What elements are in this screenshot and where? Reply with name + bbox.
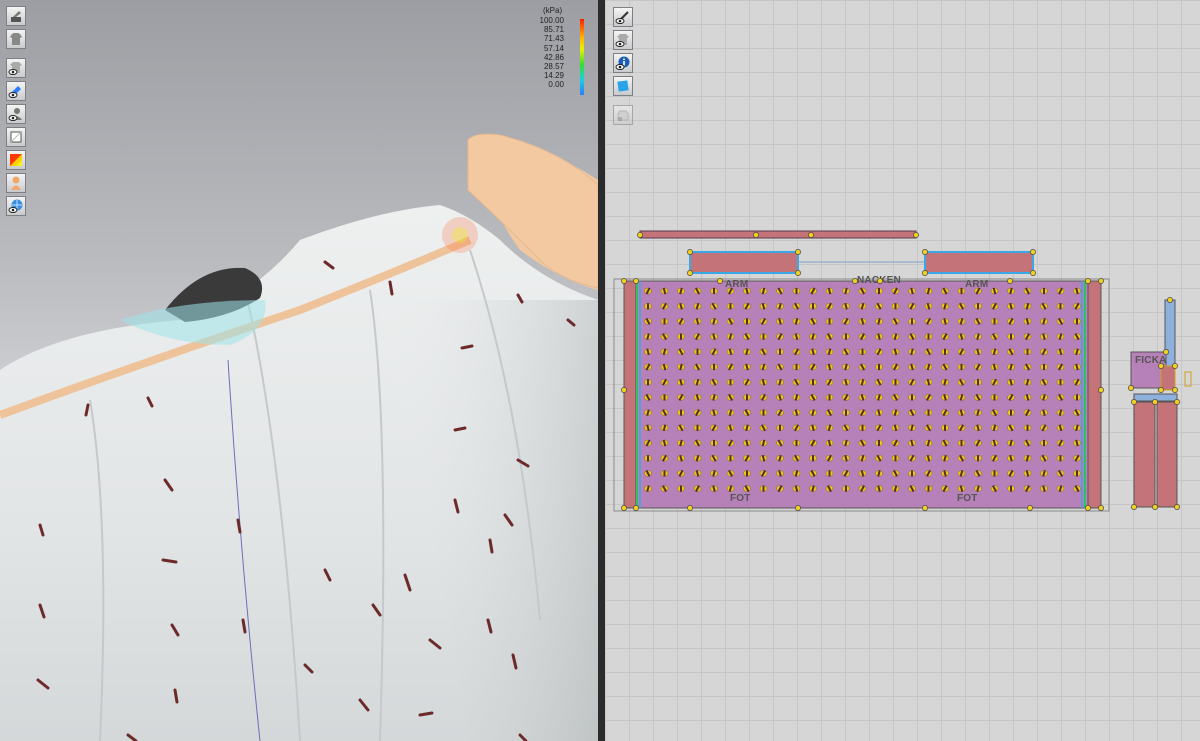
legend-value: 28.57 xyxy=(543,62,564,72)
show-garment-button[interactable] xyxy=(6,58,26,78)
pattern-side-strip-left[interactable] xyxy=(623,280,637,509)
texture-display-icon xyxy=(10,131,22,143)
pattern-strip-bottom-right[interactable] xyxy=(1156,401,1178,508)
legend-values: 100.00 85.71 71.43 57.14 42.86 28.57 14.… xyxy=(536,16,564,90)
legend-unit: (kPa) xyxy=(543,6,563,15)
label-fot-right: FOT xyxy=(957,493,978,504)
legend-value: 100.00 xyxy=(539,16,564,25)
pattern-pocket-flap[interactable] xyxy=(1160,365,1176,391)
pattern-side-strip-right[interactable] xyxy=(1087,280,1102,509)
stress-legend: (kPa) 100.00 85.71 71.43 57.14 42.86 28.… xyxy=(536,6,592,95)
texture-display-button[interactable] xyxy=(6,127,26,147)
pattern-strip-bottom-left[interactable] xyxy=(1133,401,1156,508)
label-arm-left: ARM xyxy=(725,279,748,290)
legend-value: 14.29 xyxy=(543,71,564,81)
legend-value: 71.43 xyxy=(543,34,564,44)
stress-map-icon xyxy=(10,154,22,166)
3d-toolbar xyxy=(6,6,26,216)
show-avatar-button[interactable] xyxy=(6,104,26,124)
garment-display-icon xyxy=(10,33,22,45)
environment-globe-icon xyxy=(8,199,23,213)
legend-gradient-bar xyxy=(580,19,584,95)
legend-value: 57.14 xyxy=(543,43,564,53)
pattern-arm-right[interactable] xyxy=(924,251,1034,274)
show-garment-icon xyxy=(8,62,22,75)
garment-display-button[interactable] xyxy=(6,29,26,49)
legend-value: 42.86 xyxy=(543,52,564,62)
label-fot-left: FOT xyxy=(730,493,751,504)
viewport-splitter[interactable] xyxy=(598,0,605,741)
show-arrangement-icon xyxy=(8,86,21,98)
label-arm-right: ARM xyxy=(965,279,988,290)
avatar-display-icon xyxy=(11,11,21,22)
legend-value: 85.71 xyxy=(543,25,564,35)
avatar-skin-button[interactable] xyxy=(6,173,26,193)
pattern-arm-left[interactable] xyxy=(689,251,799,274)
avatar-display-button[interactable] xyxy=(6,6,26,26)
avatar-skin-icon xyxy=(11,176,21,190)
2d-pattern-viewport[interactable]: ARM NACKEN ARM FOT FOT FICKA xyxy=(605,0,1200,741)
legend-value: 0.00 xyxy=(548,80,564,90)
show-avatar-icon xyxy=(8,108,22,121)
pattern-strip-top[interactable] xyxy=(639,230,917,239)
3d-viewport[interactable]: (kPa) 100.00 85.71 71.43 57.14 42.86 28.… xyxy=(0,0,598,741)
stress-map-button[interactable] xyxy=(6,150,26,170)
show-arrangement-button[interactable] xyxy=(6,81,26,101)
environment-button[interactable] xyxy=(6,196,26,216)
3d-scene[interactable] xyxy=(0,0,598,741)
pattern-canvas[interactable]: ARM NACKEN ARM FOT FOT FICKA xyxy=(605,0,1200,741)
